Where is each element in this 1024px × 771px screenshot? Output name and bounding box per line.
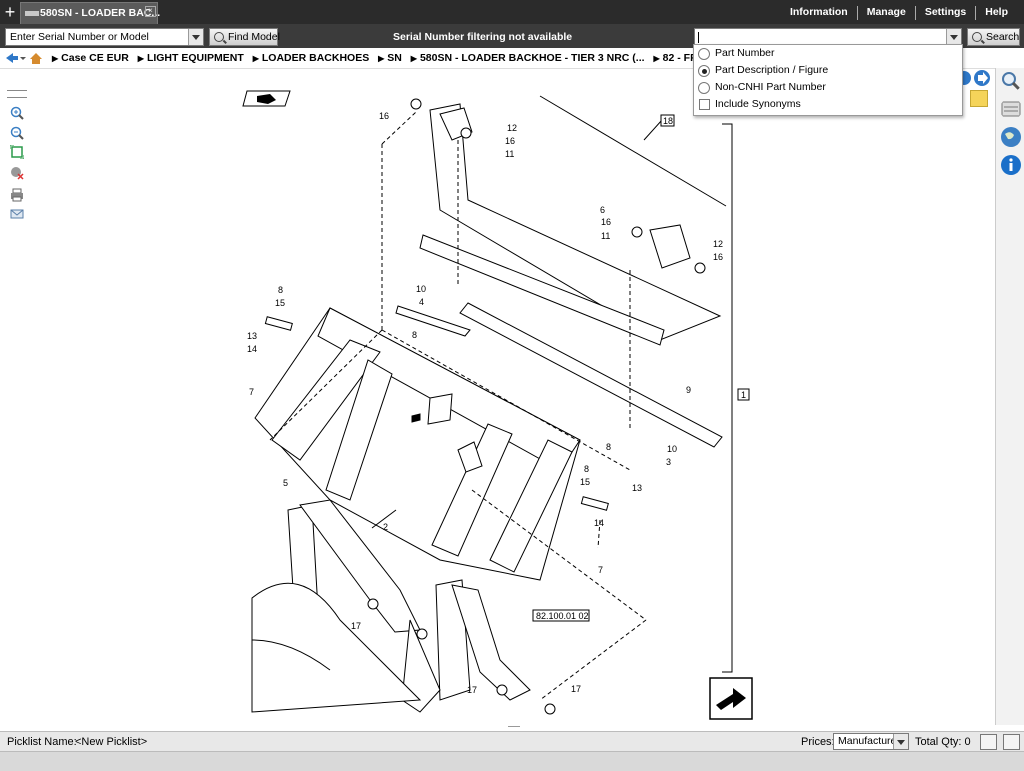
back-dropdown-icon [20, 57, 26, 60]
callout-7: 7 [598, 565, 603, 575]
serial-number-input[interactable]: Enter Serial Number or Model [10, 31, 149, 43]
text-caret [698, 32, 699, 43]
picklist-name[interactable]: <New Picklist> [75, 736, 147, 748]
restore-icon[interactable] [980, 734, 997, 750]
callout-9: 9 [686, 385, 691, 395]
callout-16: 16 [713, 252, 723, 262]
callout-10: 10 [667, 444, 677, 454]
callout-8: 8 [606, 442, 611, 452]
callout-13: 13 [632, 483, 642, 493]
search-icon [214, 32, 224, 42]
callout-18: 18 [663, 116, 673, 126]
breadcrumb-item[interactable]: LIGHT EQUIPMENT [138, 52, 244, 64]
zoom-out-icon[interactable] [10, 126, 24, 140]
chevron-down-icon[interactable] [188, 29, 203, 45]
note-icon[interactable] [970, 90, 988, 107]
callout-15: 15 [275, 298, 285, 308]
menu-information[interactable]: Information [781, 6, 858, 20]
search-icon[interactable] [1000, 70, 1022, 92]
callout-14: 14 [594, 518, 604, 528]
serial-filter-note: Serial Number filtering not available [393, 31, 573, 43]
email-icon[interactable] [10, 207, 24, 221]
menu-manage[interactable]: Manage [858, 6, 916, 20]
callout-16: 16 [601, 217, 611, 227]
callout-10: 10 [416, 284, 426, 294]
breadcrumb-item[interactable]: Case CE EUR [52, 52, 129, 64]
right-tool-panel [995, 68, 1024, 725]
breadcrumb-item[interactable]: LOADER BACKHOES [253, 52, 370, 64]
callout-12: 12 [713, 239, 723, 249]
picklist-label: Picklist Name: [7, 736, 77, 748]
search-button[interactable]: Search [967, 28, 1020, 46]
top-bar: + 580SN - LOADER BAC... × Information Ma… [0, 0, 1024, 24]
callout-8: 8 [278, 285, 283, 295]
search-options-dropdown: Part Number Part Description / Figure No… [693, 44, 963, 116]
diagram-tools [4, 88, 28, 228]
parts-diagram[interactable]: 16 12 16 11 18 6 16 11 12 16 10 8 15 13 … [242, 86, 758, 726]
callout-3: 3 [666, 457, 671, 467]
info-icon[interactable] [1000, 154, 1022, 176]
include-synonyms-checkbox[interactable] [699, 99, 710, 110]
callout-12: 12 [507, 123, 517, 133]
find-model-button[interactable]: Find Model [209, 28, 280, 46]
find-model-label: Find Model [228, 31, 280, 43]
back-nav-icons[interactable] [4, 51, 46, 65]
tab-title: 580SN - LOADER BAC... [40, 7, 161, 19]
prices-select[interactable]: Manufacturer [833, 733, 909, 750]
callout-8: 8 [584, 464, 589, 474]
callout-11: 11 [505, 149, 514, 159]
callout-16: 16 [505, 136, 515, 146]
search-icon [972, 32, 982, 42]
prices-label: Prices: [801, 736, 835, 748]
callout-6: 6 [600, 205, 605, 215]
callout-17: 17 [467, 685, 477, 695]
search-button-label: Search [986, 31, 1020, 43]
callout-4: 4 [419, 297, 424, 307]
figure-nav-buttons[interactable] [958, 68, 994, 88]
toolbar-grip-icon[interactable] [7, 90, 27, 98]
breadcrumb-item[interactable]: SN [378, 52, 402, 64]
callout-7: 7 [249, 387, 254, 397]
callout-17: 17 [351, 621, 361, 631]
callout-1: 1 [741, 390, 746, 400]
callout-16: 16 [379, 111, 389, 121]
chevron-down-icon[interactable] [893, 734, 908, 749]
breadcrumb-item[interactable]: 580SN - LOADER BACKHOE - TIER 3 NRC (... [411, 52, 645, 64]
print-icon[interactable] [10, 188, 24, 202]
expand-icon[interactable] [1003, 734, 1020, 750]
callout-17: 17 [571, 684, 581, 694]
top-menu: Information Manage Settings Help [781, 6, 1008, 20]
picklist-bar: Picklist Name: <New Picklist> Prices: Ma… [0, 731, 1024, 752]
callout-8: 8 [412, 330, 417, 340]
callout-14: 14 [247, 344, 257, 354]
home-icon [30, 53, 42, 59]
close-icon[interactable]: × [145, 6, 156, 17]
parts-list-icon[interactable] [1000, 98, 1022, 120]
zoom-in-icon[interactable] [10, 106, 24, 120]
chevron-down-icon[interactable] [946, 29, 961, 45]
menu-settings[interactable]: Settings [916, 6, 977, 20]
serial-number-combo[interactable]: Enter Serial Number or Model [5, 28, 204, 46]
status-bar [0, 751, 1024, 771]
callout-13: 13 [247, 331, 257, 341]
case-logo-icon [25, 11, 39, 16]
total-qty: Total Qty: 0 [915, 736, 971, 748]
callout-11: 11 [601, 231, 610, 241]
clear-highlight-icon[interactable] [10, 166, 24, 180]
radio-part-description[interactable] [698, 65, 710, 77]
back-arrow-icon [6, 53, 18, 63]
radio-part-number[interactable] [698, 48, 710, 60]
prices-value: Manufacturer [838, 735, 900, 747]
new-tab-plus-icon[interactable]: + [2, 1, 18, 23]
callout-2: 2 [383, 522, 388, 532]
callout-ref-82-100-01-02: 82.100.01 02 [536, 611, 589, 621]
globe-icon[interactable] [1000, 126, 1022, 148]
tab-active-model[interactable]: 580SN - LOADER BAC... × [20, 2, 161, 24]
fit-to-screen-icon[interactable] [10, 145, 24, 159]
callout-15: 15 [580, 477, 590, 487]
callout-5: 5 [283, 478, 288, 488]
radio-non-cnhi[interactable] [698, 82, 710, 94]
menu-help[interactable]: Help [976, 6, 1008, 20]
